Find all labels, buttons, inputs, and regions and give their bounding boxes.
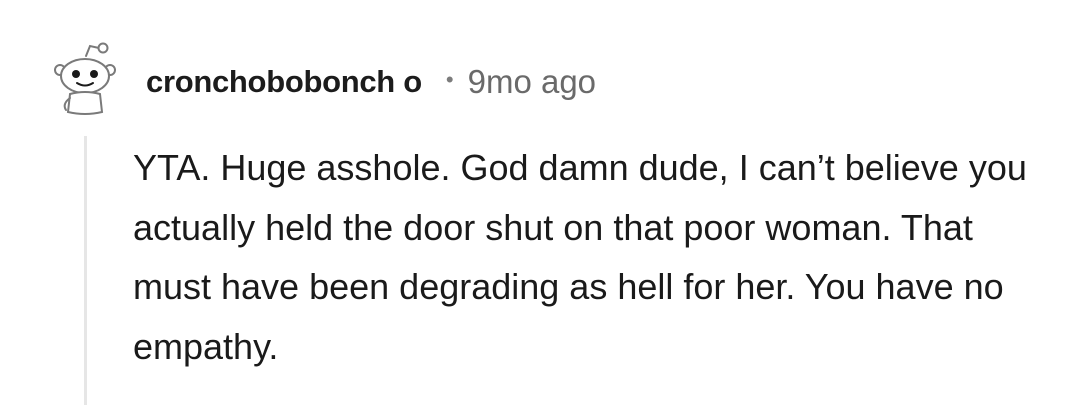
thread-line[interactable] xyxy=(84,136,87,405)
comment: cronchobobonch o • 9mo ago YTA. Huge ass… xyxy=(0,0,1080,405)
comment-header: cronchobobonch o • 9mo ago xyxy=(146,60,596,104)
timestamp: 9mo ago xyxy=(467,63,597,100)
username-link[interactable]: cronchobobonch o xyxy=(146,64,422,100)
separator-dot: • xyxy=(445,67,454,92)
snoo-avatar-icon[interactable] xyxy=(50,40,120,116)
comment-body: YTA. Huge asshole. God damn dude, I can’… xyxy=(133,147,1027,367)
